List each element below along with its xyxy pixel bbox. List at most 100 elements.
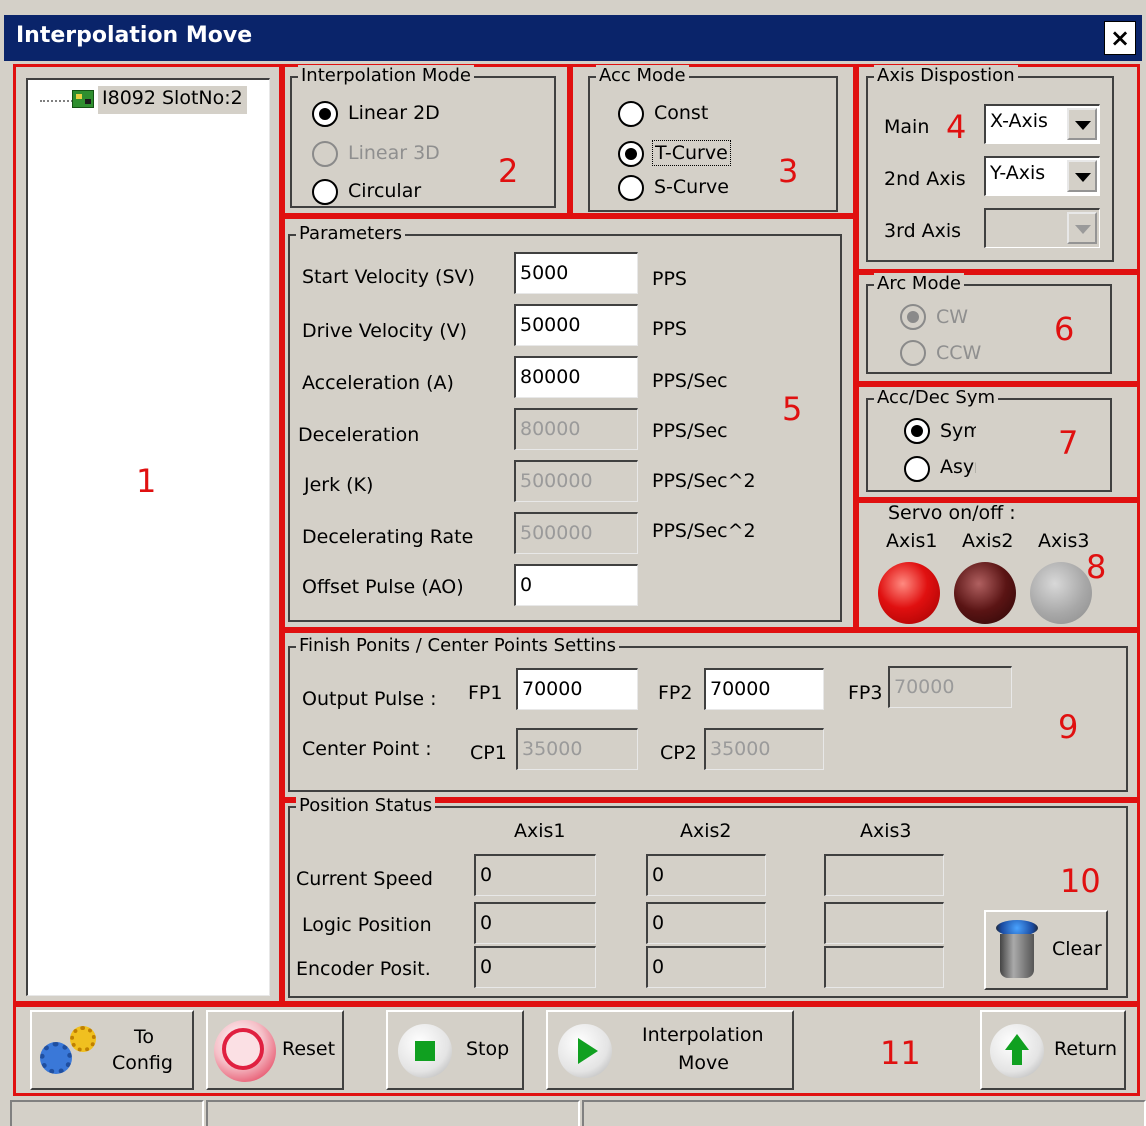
parameters-legend: Parameters <box>296 223 406 245</box>
radio-circular[interactable] <box>312 179 338 205</box>
logic-position-axis1: 0 <box>474 902 596 944</box>
annotation-8: 8 <box>1086 548 1107 586</box>
deceleration-input: 80000 <box>514 408 638 450</box>
current-speed-axis2: 0 <box>646 854 766 896</box>
pos-col-axis1: Axis1 <box>514 820 566 842</box>
pos-row-label: Logic Position <box>302 914 432 936</box>
pcb-chip <box>85 99 91 104</box>
radio-dot <box>319 108 331 120</box>
interp-mode-legend: Interpolation Mode <box>298 65 474 87</box>
radio-sym[interactable] <box>904 418 930 444</box>
radio-linear-2d[interactable] <box>312 101 338 127</box>
fp2-label: FP2 <box>658 682 693 704</box>
arrow-shaft <box>1012 1049 1022 1065</box>
annotation-9: 9 <box>1058 708 1079 746</box>
center-point-label: Center Point : <box>302 738 432 760</box>
clear-button[interactable]: Clear <box>984 910 1108 990</box>
radio-asym[interactable] <box>904 456 930 482</box>
asym-label: Asym <box>940 456 976 478</box>
second-axis-select[interactable]: Y-Axis <box>984 156 1100 196</box>
close-button[interactable]: × <box>1104 21 1136 55</box>
param-unit: PPS <box>652 318 687 340</box>
radio-ccw <box>900 340 926 366</box>
status-pane-3 <box>582 1100 1146 1126</box>
param-unit: PPS/Sec^2 <box>652 470 756 492</box>
offset-pulse-input[interactable]: 0 <box>514 564 638 606</box>
cp1-label: CP1 <box>470 742 507 764</box>
acceleration-input[interactable]: 80000 <box>514 356 638 398</box>
chevron-down-icon[interactable] <box>1067 108 1097 140</box>
arrow-glyph <box>1075 173 1091 182</box>
stop-square <box>415 1041 435 1061</box>
interpolation-move-button[interactable]: Interpolation Move <box>546 1010 794 1090</box>
pos-row-label: Encoder Posit. <box>296 958 431 980</box>
annotation-5: 5 <box>782 390 803 428</box>
servo-axis2-label: Axis2 <box>962 530 1014 552</box>
gear-small <box>70 1026 96 1052</box>
trash-body <box>1000 934 1034 978</box>
return-button[interactable]: Return <box>980 1010 1126 1090</box>
servo-axis2-led[interactable] <box>954 562 1016 624</box>
cp2-label: CP2 <box>660 742 697 764</box>
axis-disposition-legend: Axis Dispostion <box>874 65 1018 87</box>
servo-axis1-led[interactable] <box>878 562 940 624</box>
reset-ring <box>222 1028 264 1070</box>
param-unit: PPS/Sec <box>652 370 728 392</box>
pcb-chip <box>76 94 82 99</box>
radio-cw <box>900 304 926 330</box>
const-label: Const <box>654 102 709 124</box>
return-label: Return <box>1054 1038 1118 1060</box>
tree-node-label[interactable]: I8092 SlotNo:2 <box>98 86 247 114</box>
reset-icon <box>214 1020 276 1082</box>
radio-s-curve[interactable] <box>618 175 644 201</box>
to-config-line2: Config <box>112 1052 173 1074</box>
fp1-input[interactable]: 70000 <box>516 668 638 710</box>
radio-t-curve[interactable] <box>618 141 644 167</box>
annotation-2: 2 <box>498 152 519 190</box>
pos-col-axis3: Axis3 <box>860 820 912 842</box>
acc-mode-legend: Acc Mode <box>596 65 689 87</box>
play-triangle <box>578 1038 598 1064</box>
fp2-input[interactable]: 70000 <box>704 668 824 710</box>
radio-dot <box>625 148 637 160</box>
acc-dec-sym-legend: Acc/Dec Sym <box>874 387 999 409</box>
interp-line2: Move <box>678 1052 729 1074</box>
annotation-10: 10 <box>1060 862 1101 900</box>
interp-line1: Interpolation <box>642 1024 764 1046</box>
servo-axis1-label: Axis1 <box>886 530 938 552</box>
param-label: Decelerating Rate <box>302 526 474 548</box>
param-label: Jerk (K) <box>304 474 374 496</box>
annotation-3: 3 <box>778 152 799 190</box>
arc-mode-legend: Arc Mode <box>874 273 964 295</box>
start-velocity-input[interactable]: 5000 <box>514 252 638 294</box>
servo-axis3-label: Axis3 <box>1038 530 1090 552</box>
current-speed-axis1: 0 <box>474 854 596 896</box>
status-pane-2 <box>206 1100 580 1126</box>
ccw-label: CCW <box>936 342 982 364</box>
main-axis-value: X-Axis <box>990 110 1048 132</box>
fp1-label: FP1 <box>468 682 503 704</box>
param-label: Deceleration <box>298 424 420 446</box>
chevron-down-icon[interactable] <box>1067 160 1097 192</box>
drive-velocity-input[interactable]: 50000 <box>514 304 638 346</box>
annotation-7: 7 <box>1058 424 1079 462</box>
param-label: Drive Velocity (V) <box>302 320 468 342</box>
window: Interpolation Move × I8092 SlotNo:2 1 In… <box>0 0 1146 1126</box>
main-axis-select[interactable]: X-Axis <box>984 104 1100 144</box>
device-tree[interactable]: I8092 SlotNo:2 <box>26 78 270 996</box>
pos-row-label: Current Speed <box>296 868 433 890</box>
title-bar: Interpolation Move × <box>4 15 1142 61</box>
trash-icon <box>994 920 1040 982</box>
to-config-button[interactable]: To Config <box>30 1010 194 1090</box>
stop-button[interactable]: Stop <box>386 1010 524 1090</box>
linear-3d-label: Linear 3D <box>348 142 440 164</box>
radio-dot <box>907 311 919 323</box>
current-speed-axis3 <box>824 854 944 896</box>
stop-label: Stop <box>466 1038 510 1060</box>
to-config-line1: To <box>133 1026 154 1048</box>
arrow-glyph <box>1075 225 1091 234</box>
radio-const[interactable] <box>618 101 644 127</box>
arrow-glyph <box>1075 121 1091 130</box>
encoder-posit-axis1: 0 <box>474 946 596 988</box>
reset-button[interactable]: Reset <box>206 1010 344 1090</box>
